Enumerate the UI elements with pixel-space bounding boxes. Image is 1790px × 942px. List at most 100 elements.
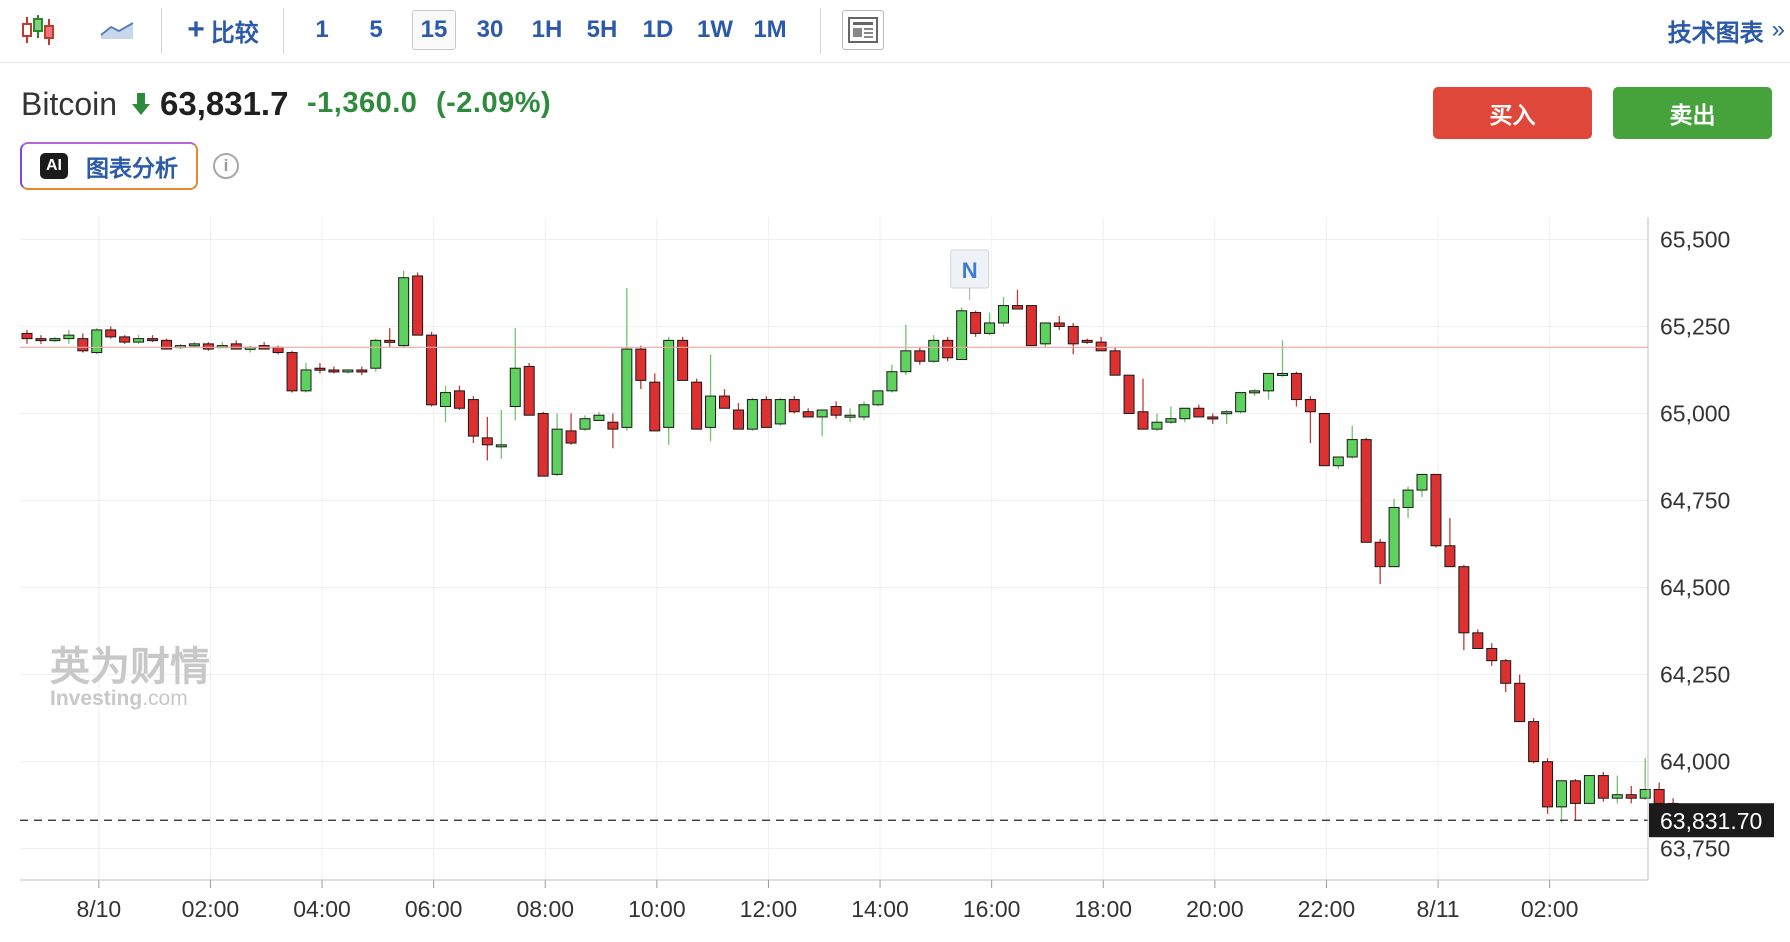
candle-body (202, 343, 214, 350)
candle (481, 416, 493, 461)
candle (1472, 629, 1484, 649)
candle (91, 328, 103, 355)
candlestick-chart[interactable]: 英为财情 Investing.com 63,831.70 N 65,500 65,2… (0, 0, 1790, 942)
candle-body (1193, 407, 1205, 418)
candle (1402, 486, 1414, 518)
candle-body (1625, 794, 1637, 799)
candle-body (1081, 339, 1093, 343)
candle-body (119, 336, 131, 343)
candle (1109, 347, 1121, 376)
y-tick-label: 64,750 (1660, 488, 1730, 514)
candles (21, 270, 1679, 832)
candle (1053, 316, 1065, 330)
candle-body (1151, 421, 1163, 430)
candle-body (1277, 372, 1288, 376)
candle (1137, 378, 1149, 430)
candle (49, 336, 61, 343)
candle (705, 354, 717, 442)
candle (1542, 758, 1554, 814)
candle-body (705, 395, 717, 428)
candle-body (551, 428, 563, 475)
candle-body (1249, 390, 1261, 394)
candle-body (342, 369, 354, 373)
candle-body (384, 339, 396, 343)
candle-body (621, 348, 633, 428)
candle (1388, 498, 1400, 568)
candle-body (35, 338, 47, 342)
candle (105, 326, 117, 339)
candle-body (77, 338, 89, 352)
candle-body (984, 322, 996, 334)
candle (537, 411, 549, 477)
watermark-cn: 英为财情 (50, 644, 210, 690)
candle-body (21, 332, 33, 340)
candle (1430, 473, 1442, 548)
chart-grid (20, 217, 1648, 880)
candle-body (1025, 305, 1037, 347)
candle (1193, 404, 1205, 418)
candle-body (356, 369, 368, 373)
candle (551, 413, 563, 477)
x-tick-label: 8/10 (76, 896, 121, 922)
candle-body (509, 367, 521, 408)
candle (286, 350, 298, 393)
candle-body (105, 329, 117, 338)
candle-body (370, 339, 382, 369)
candle (1011, 289, 1023, 310)
candle (133, 335, 145, 344)
candle-body (1039, 322, 1051, 345)
news-marker[interactable]: N (950, 249, 990, 300)
x-tick-label: 22:00 (1298, 896, 1356, 922)
candle (1290, 371, 1302, 407)
candle-body (328, 369, 340, 373)
candle (942, 336, 954, 362)
candle-body (579, 418, 591, 430)
candle (858, 401, 870, 421)
candle (635, 345, 647, 390)
candle (21, 329, 33, 344)
candle-body (300, 369, 312, 392)
candle (314, 363, 326, 374)
candle-body (467, 399, 479, 437)
candle (342, 369, 354, 374)
candle-body (732, 409, 744, 430)
y-tick-label: 65,500 (1660, 226, 1730, 252)
candle-body (1486, 647, 1498, 662)
candle (77, 333, 89, 353)
candle (509, 328, 521, 421)
candle-body (663, 339, 675, 428)
candle (426, 331, 438, 407)
candle-body (649, 381, 661, 432)
candle-body (1514, 682, 1526, 723)
x-tick-label: 08:00 (516, 896, 574, 922)
candle-body (1109, 350, 1121, 376)
candle (1221, 410, 1233, 424)
candle-body (607, 421, 619, 430)
chart-axes: 65,500 65,250 65,000 64,750 64,500 64,250 64,0… (20, 217, 1730, 922)
candle (970, 310, 982, 337)
candle (928, 335, 940, 363)
candle (1346, 425, 1358, 459)
candle-body (1639, 788, 1651, 799)
candle (844, 408, 856, 423)
candle-body (1053, 322, 1065, 327)
candle (1151, 413, 1163, 431)
candle (998, 296, 1009, 327)
candle (1304, 396, 1316, 444)
x-tick-label: 18:00 (1074, 896, 1132, 922)
candle-body (970, 312, 982, 334)
y-tick-label: 65,250 (1660, 313, 1730, 339)
x-tick-label: 20:00 (1186, 896, 1244, 922)
candle-body (635, 348, 647, 381)
candle-body (1458, 566, 1470, 634)
candle-body (816, 409, 828, 418)
candle (579, 415, 591, 431)
candle (523, 363, 535, 416)
candle (1486, 643, 1498, 666)
news-marker-label: N (962, 258, 978, 283)
candle (1165, 406, 1177, 424)
candle (147, 335, 159, 343)
candle (35, 335, 47, 344)
candle (1332, 456, 1344, 470)
candle-body (1472, 632, 1484, 649)
